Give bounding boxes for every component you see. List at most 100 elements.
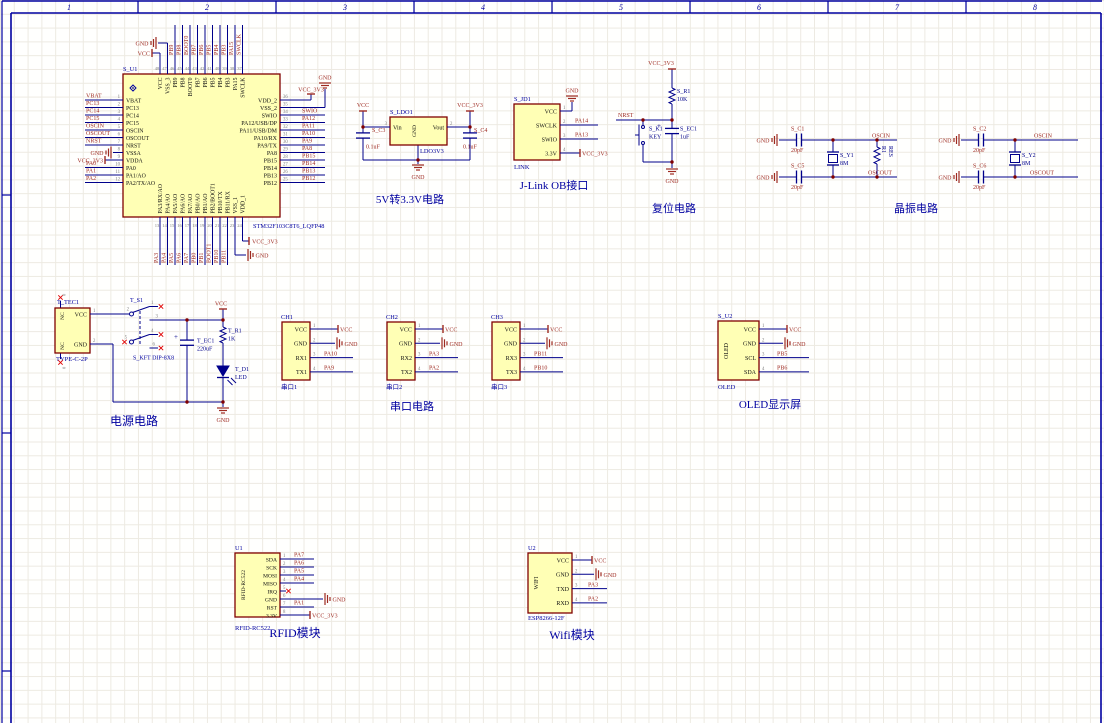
net-label[interactable]: VBAT [86,94,102,100]
designator[interactable]: CH1 [281,314,293,321]
net-label[interactable]: PB3 [222,45,228,55]
net-label[interactable]: PA0 [86,161,96,167]
net-label[interactable]: NRST [86,139,102,145]
net-label[interactable]: PA4 [162,253,168,263]
net-label[interactable]: VCC [789,327,801,333]
net-label[interactable]: PB0 [192,253,198,263]
net-label[interactable]: PA1 [294,601,304,607]
net-label[interactable]: 20pF [791,185,804,191]
designator[interactable]: S_U2 [718,313,732,320]
net-label[interactable]: VCC_3V3 [457,103,483,109]
net-label[interactable]: PA10 [302,131,315,137]
crystal-symbol[interactable] [1010,154,1020,163]
net-label[interactable]: SWIO [302,109,318,115]
net-label[interactable]: PA1 [86,169,96,175]
designator[interactable]: U1 [235,545,243,552]
net-label[interactable]: PA9 [302,139,312,145]
net-label[interactable]: PA2 [588,597,598,603]
designator[interactable]: CH2 [386,314,398,321]
resistor-symbol[interactable] [218,326,228,344]
net-label[interactable]: 0.1uF [463,145,478,151]
net-label[interactable]: PA12 [302,116,315,122]
net-label[interactable]: PB4 [214,45,220,55]
net-label[interactable]: 20pF [973,185,986,191]
net-label[interactable]: PA6 [177,253,183,263]
net-label[interactable]: OSCIN [1034,134,1053,140]
net-label[interactable]: S_C3 [372,128,385,134]
net-label[interactable]: OSCIN [86,124,105,130]
net-label[interactable]: OSCIN [872,134,891,140]
net-label[interactable]: PB9 [169,45,175,55]
net-label[interactable]: PB6 [777,366,787,372]
net-label[interactable]: VCC_3V3 [252,240,278,246]
designator[interactable]: S_JD1 [514,96,531,103]
net-label[interactable]: VCC_3V3 [312,613,338,619]
net-label[interactable]: PA2 [86,176,96,182]
net-label[interactable]: PA11 [302,124,315,130]
led-symbol[interactable] [216,365,230,377]
net-label[interactable]: PB7 [192,45,198,55]
net-label[interactable]: PA3 [588,582,598,588]
resistor-symbol[interactable] [872,146,882,165]
net-label[interactable]: VCC [357,103,369,109]
designator[interactable]: U2 [528,545,536,552]
net-label[interactable]: SWCLK [237,33,243,55]
net-label[interactable]: PC14 [86,109,99,115]
net-label[interactable]: PA2 [429,366,439,372]
net-label[interactable]: PA7 [294,553,304,559]
designator[interactable]: T_TEC1 [57,299,79,306]
net-label[interactable]: PA6 [294,561,304,567]
net-label[interactable]: S_C5 [791,164,804,170]
switch-contact[interactable] [641,141,645,145]
net-label[interactable]: PB6 [199,45,205,55]
net-label[interactable]: VCC_3V3 [648,61,674,67]
designator[interactable]: S_LDO1 [390,109,413,116]
net-label[interactable]: PB10 [214,250,220,263]
net-label[interactable]: VCC [445,327,457,333]
net-label[interactable]: PB14 [302,161,315,167]
net-label[interactable]: PA3 [429,351,439,357]
net-label[interactable]: PB10 [534,366,547,372]
net-label[interactable]: PA14 [575,119,588,125]
switch-contact[interactable] [641,125,645,129]
resistor-symbol[interactable] [667,87,677,105]
net-label[interactable]: PB8 [177,45,183,55]
net-label[interactable]: PB13 [302,169,315,175]
net-label[interactable]: VCC [340,327,352,333]
net-label[interactable]: PB11 [222,250,228,263]
net-label[interactable]: OSCOUT [868,171,892,177]
net-label[interactable]: VCC [215,302,227,308]
net-label[interactable]: PA8 [302,146,312,152]
net-label[interactable]: NRST [618,113,634,119]
net-label[interactable]: S_C2 [973,127,986,133]
net-label[interactable]: PA15 [229,42,235,55]
net-label[interactable]: PA5 [294,569,304,575]
net-label[interactable]: PB15 [302,154,315,160]
net-label[interactable]: 0.1uF [366,145,381,151]
designator[interactable]: S_U1 [123,66,137,73]
net-label[interactable]: VCC_3V3 [298,88,324,94]
switch-contact[interactable] [129,339,134,345]
net-label[interactable]: PA10 [324,351,337,357]
net-label[interactable]: VCC [550,327,562,333]
designator[interactable]: CH3 [491,314,503,321]
net-label[interactable]: PB1 [199,253,205,263]
switch-contact[interactable] [129,311,134,317]
net-label[interactable]: VCC [138,52,150,58]
net-label[interactable]: BOOT1 [207,244,213,263]
net-label[interactable]: PC13 [86,101,99,107]
net-label[interactable]: PA9 [324,366,334,372]
net-label[interactable]: BOOT0 [184,36,190,55]
net-label[interactable]: PA3 [154,253,160,263]
net-label[interactable]: OSCOUT [1030,171,1054,177]
crystal-symbol[interactable] [828,154,838,163]
net-label[interactable]: S_C4 [474,128,487,134]
net-label[interactable]: PB5 [777,351,787,357]
net-label[interactable]: PA7 [184,253,190,263]
net-label[interactable]: VCC_3V3 [582,151,608,157]
net-label[interactable]: OSCOUT [86,131,110,137]
net-label[interactable]: PA4 [294,577,304,583]
net-label[interactable]: VCC [594,558,606,564]
net-label[interactable]: S_C1 [791,127,804,133]
schematic-canvas[interactable]: 1 2 3 4 5 6 7 8S_U1STM32F103C8T6_LQFP481VBATVBA… [0,0,1104,723]
